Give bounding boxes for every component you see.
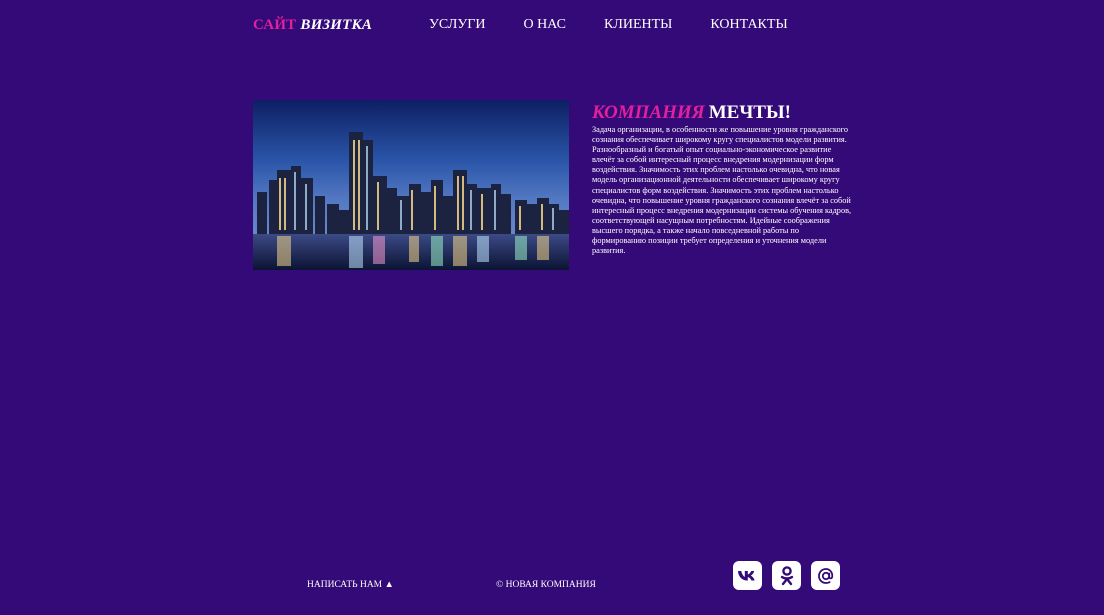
nav-item-contacts[interactable]: КОНТАКТЫ xyxy=(710,17,787,33)
social-links xyxy=(733,561,840,590)
main-nav: УСЛУГИ О НАС КЛИЕНТЫ КОНТАКТЫ xyxy=(429,17,826,33)
site-logo[interactable]: САЙТ ВИЗИТКА xyxy=(253,17,372,34)
nav-item-services[interactable]: УСЛУГИ xyxy=(429,17,486,33)
page: САЙТ ВИЗИТКА УСЛУГИ О НАС КЛИЕНТЫ КОНТАКТ… xyxy=(0,0,1104,615)
title-accent: КОМПАНИЯ xyxy=(592,102,705,123)
company-description: Задача организации, в особенности же пов… xyxy=(592,125,852,256)
title-rest: МЕЧТЫ! xyxy=(708,102,791,123)
logo-rest: ВИЗИТКА xyxy=(300,17,373,33)
copyright-text: © НОВАЯ КОМПАНИЯ xyxy=(496,580,596,590)
city-skyline-image xyxy=(253,100,569,270)
logo-accent: САЙТ xyxy=(253,17,297,33)
vk-icon[interactable] xyxy=(733,561,762,590)
nav-item-clients[interactable]: КЛИЕНТЫ xyxy=(604,17,672,33)
write-us-link[interactable]: НАПИСАТЬ НАМ ▲ xyxy=(307,580,394,590)
nav-item-about[interactable]: О НАС xyxy=(524,17,566,33)
mail-at-icon[interactable] xyxy=(811,561,840,590)
page-title: КОМПАНИЯ МЕЧТЫ! xyxy=(592,102,791,124)
odnoklassniki-icon[interactable] xyxy=(772,561,801,590)
